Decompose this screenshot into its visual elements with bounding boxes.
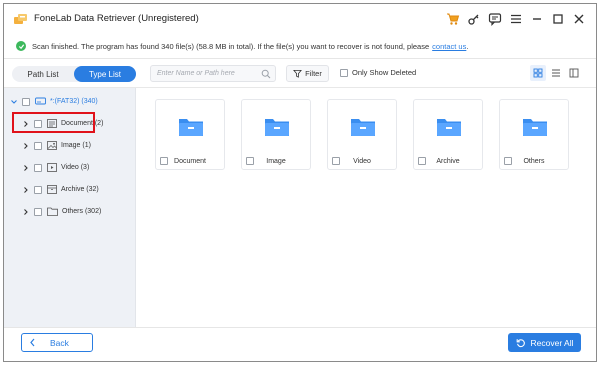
highlight-box (12, 112, 95, 133)
title-bar: FoneLab Data Retriever (Unregistered) (4, 4, 596, 34)
only-show-deleted-label: Only Show Deleted (352, 68, 417, 77)
app-title: FoneLab Data Retriever (Unregistered) (34, 13, 199, 24)
folder-icon (265, 119, 289, 136)
menu-icon[interactable] (507, 10, 525, 28)
folder-icon (523, 119, 547, 136)
tree-item-archive[interactable]: Archive (32) (21, 185, 99, 194)
search-icon[interactable] (261, 69, 271, 79)
app-window: FoneLab Data Retriever (Unregistered) Sc… (3, 3, 597, 362)
tree-item-label: Image (1) (61, 142, 91, 149)
file-type-grid: Document Image Video Archive Others (137, 88, 596, 327)
minimize-icon[interactable] (528, 10, 546, 28)
chevron-down-icon[interactable] (9, 98, 19, 106)
image-icon (47, 141, 57, 150)
close-icon[interactable] (570, 10, 588, 28)
restore-icon (516, 338, 525, 347)
list-view-icon[interactable] (548, 65, 564, 81)
divider (4, 58, 596, 59)
grid-view-icon[interactable] (530, 65, 546, 81)
tree-root-label: *:(FAT32) (340) (50, 98, 98, 105)
card-footer: Archive (414, 153, 482, 169)
search-placeholder: Enter Name or Path here (157, 70, 235, 77)
card-footer: Document (156, 153, 224, 169)
window-controls (444, 10, 588, 28)
tree-item-label: Archive (32) (61, 186, 99, 193)
chevron-left-icon (29, 338, 36, 347)
archive-icon (47, 185, 57, 194)
tree-root[interactable]: *:(FAT32) (340) (9, 97, 98, 106)
card-checkbox[interactable] (246, 157, 254, 165)
card-video[interactable]: Video (327, 99, 397, 170)
folder-icon (47, 207, 58, 216)
scan-status: Scan finished. The program has found 340… (16, 39, 468, 53)
folder-icon (437, 119, 461, 136)
card-footer: Video (328, 153, 396, 169)
drive-icon (35, 97, 46, 106)
card-footer: Image (242, 153, 310, 169)
file-type-tree: *:(FAT32) (340) Document (2) Image (1) V… (4, 88, 136, 327)
back-label: Back (50, 337, 69, 348)
check-circle-icon (16, 41, 26, 51)
filter-label: Filter (305, 69, 322, 78)
tree-item-checkbox[interactable] (34, 141, 42, 150)
chat-icon[interactable] (486, 10, 504, 28)
recover-all-button[interactable]: Recover All (508, 333, 581, 352)
chevron-right-icon[interactable] (21, 164, 31, 172)
detail-view-icon[interactable] (566, 65, 582, 81)
view-switcher (530, 65, 582, 81)
tab-type-list[interactable]: Type List (74, 66, 136, 82)
only-show-deleted-toggle[interactable]: Only Show Deleted (340, 68, 416, 77)
chevron-right-icon[interactable] (21, 186, 31, 194)
cart-icon[interactable] (444, 10, 462, 28)
chevron-right-icon[interactable] (21, 142, 31, 150)
video-icon (47, 163, 57, 172)
card-checkbox[interactable] (332, 157, 340, 165)
status-message: Scan finished. The program has found 340… (32, 41, 430, 51)
recover-all-label: Recover All (530, 337, 574, 348)
folder-icon (351, 119, 375, 136)
card-document[interactable]: Document (155, 99, 225, 170)
divider (4, 327, 596, 328)
chevron-right-icon[interactable] (21, 208, 31, 216)
tree-root-checkbox[interactable] (22, 97, 30, 106)
filter-icon (293, 69, 303, 78)
contact-us-link[interactable]: contact us (432, 42, 466, 51)
card-archive[interactable]: Archive (413, 99, 483, 170)
tree-item-label: Others (302) (62, 208, 102, 215)
maximize-icon[interactable] (549, 10, 567, 28)
app-logo-icon (14, 14, 27, 24)
card-checkbox[interactable] (418, 157, 426, 165)
card-checkbox[interactable] (504, 157, 512, 165)
card-footer: Others (500, 153, 568, 169)
tree-item-checkbox[interactable] (34, 185, 42, 194)
filter-button[interactable]: Filter (286, 65, 329, 82)
folder-icon (179, 119, 203, 136)
tree-item-others[interactable]: Others (302) (21, 207, 101, 216)
tree-item-video[interactable]: Video (3) (21, 163, 89, 172)
card-others[interactable]: Others (499, 99, 569, 170)
tree-item-checkbox[interactable] (34, 163, 42, 172)
tree-item-label: Video (3) (61, 164, 90, 171)
status-tail: . (466, 41, 469, 51)
tree-item-image[interactable]: Image (1) (21, 141, 91, 150)
tab-path-list[interactable]: Path List (12, 66, 74, 82)
only-show-deleted-checkbox[interactable] (340, 68, 348, 77)
search-input[interactable]: Enter Name or Path here (150, 65, 276, 82)
back-button[interactable]: Back (21, 333, 93, 352)
tree-item-checkbox[interactable] (34, 207, 42, 216)
key-icon[interactable] (465, 10, 483, 28)
card-image[interactable]: Image (241, 99, 311, 170)
card-checkbox[interactable] (160, 157, 168, 165)
list-mode-tabs: Path List Type List (12, 66, 136, 82)
